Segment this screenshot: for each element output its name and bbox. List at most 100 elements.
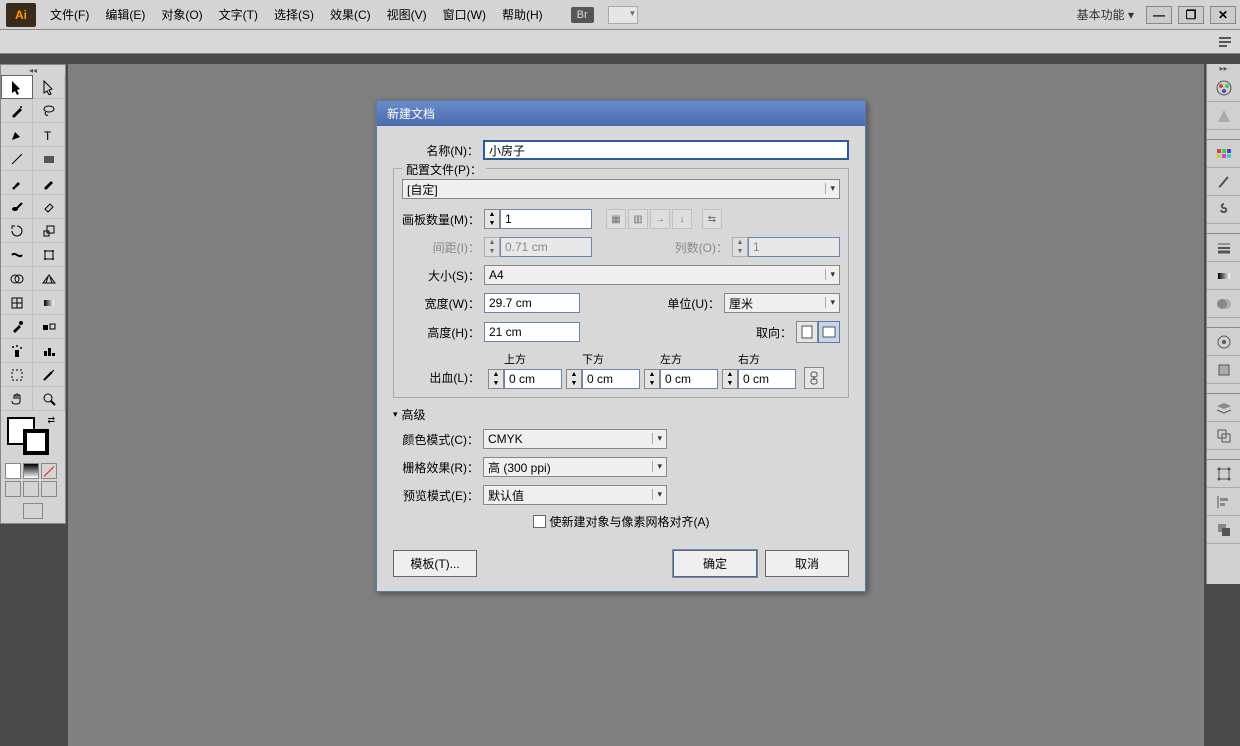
blend-tool[interactable] <box>33 315 65 339</box>
artboard-tool[interactable] <box>1 363 33 387</box>
color-guide-panel-icon[interactable] <box>1207 102 1240 130</box>
symbol-sprayer-tool[interactable] <box>1 339 33 363</box>
magic-wand-tool[interactable] <box>1 99 33 123</box>
bleed-right-stepper[interactable]: ▲▼ <box>722 369 738 389</box>
paintbrush-tool[interactable] <box>1 171 33 195</box>
line-tool[interactable] <box>1 147 33 171</box>
menu-effect[interactable]: 效果(C) <box>322 6 379 23</box>
appearance-panel-icon[interactable] <box>1207 328 1240 356</box>
eyedropper-tool[interactable] <box>1 315 33 339</box>
menu-type[interactable]: 文字(T) <box>211 6 266 23</box>
gradient-panel-icon[interactable] <box>1207 262 1240 290</box>
color-panel-icon[interactable] <box>1207 74 1240 102</box>
menu-window[interactable]: 窗口(W) <box>435 6 494 23</box>
selection-tool[interactable] <box>1 75 33 99</box>
orientation-portrait[interactable] <box>796 321 818 343</box>
ok-button[interactable]: 确定 <box>673 550 757 577</box>
fill-stroke-swatches[interactable]: ⇄ <box>5 415 61 461</box>
menu-object[interactable]: 对象(O) <box>153 6 210 23</box>
menu-edit[interactable]: 编辑(E) <box>97 6 153 23</box>
bleed-bottom-stepper[interactable]: ▲▼ <box>566 369 582 389</box>
stroke-swatch[interactable] <box>23 429 49 455</box>
menu-select[interactable]: 选择(S) <box>266 6 322 23</box>
swatches-panel-icon[interactable] <box>1207 140 1240 168</box>
raster-dropdown[interactable]: 高 (300 ppi) <box>483 457 667 477</box>
artboards-stepper[interactable]: ▲▼ <box>484 209 500 229</box>
height-input[interactable] <box>484 322 580 342</box>
bleed-link-icon[interactable] <box>804 367 824 389</box>
graphic-styles-panel-icon[interactable] <box>1207 356 1240 384</box>
rotate-tool[interactable] <box>1 219 33 243</box>
menu-file[interactable]: 文件(F) <box>42 6 97 23</box>
bleed-left-input[interactable] <box>660 369 718 389</box>
panel-menu-icon[interactable] <box>1218 34 1232 48</box>
screen-mode[interactable] <box>23 503 43 519</box>
color-mode-none[interactable] <box>41 463 57 479</box>
profile-label: 配置文件(P)： <box>406 163 482 177</box>
preview-dropdown[interactable]: 默认值 <box>483 485 667 505</box>
slice-tool[interactable] <box>33 363 65 387</box>
template-button[interactable]: 模板(T)... <box>393 550 477 577</box>
draw-inside[interactable] <box>41 481 57 497</box>
minimize-button[interactable]: — <box>1146 6 1172 24</box>
gradient-tool[interactable] <box>33 291 65 315</box>
bridge-button[interactable]: Br <box>571 7 594 23</box>
cancel-button[interactable]: 取消 <box>765 550 849 577</box>
mesh-tool[interactable] <box>1 291 33 315</box>
tools-collapse[interactable] <box>1 65 65 75</box>
bleed-right-input[interactable] <box>738 369 796 389</box>
eraser-tool[interactable] <box>33 195 65 219</box>
scale-tool[interactable] <box>33 219 65 243</box>
artboards-panel-icon[interactable] <box>1207 422 1240 450</box>
pen-tool[interactable] <box>1 123 33 147</box>
advanced-toggle[interactable]: 高级 <box>393 406 849 423</box>
swap-fill-stroke-icon[interactable]: ⇄ <box>47 415 55 426</box>
zoom-tool[interactable] <box>33 387 65 411</box>
artboards-input[interactable] <box>500 209 592 229</box>
transparency-panel-icon[interactable] <box>1207 290 1240 318</box>
size-dropdown[interactable]: A4 <box>484 265 840 285</box>
rectangle-tool[interactable] <box>33 147 65 171</box>
draw-behind[interactable] <box>23 481 39 497</box>
bleed-bottom-input[interactable] <box>582 369 640 389</box>
color-mode-gradient[interactable] <box>23 463 39 479</box>
width-tool[interactable] <box>1 243 33 267</box>
pencil-tool[interactable] <box>33 171 65 195</box>
blob-brush-tool[interactable] <box>1 195 33 219</box>
lasso-tool[interactable] <box>33 99 65 123</box>
pathfinder-panel-icon[interactable] <box>1207 516 1240 544</box>
direct-selection-tool[interactable] <box>33 75 65 99</box>
free-transform-tool[interactable] <box>33 243 65 267</box>
brushes-panel-icon[interactable] <box>1207 168 1240 196</box>
width-input[interactable] <box>484 293 580 313</box>
right-collapse[interactable] <box>1207 64 1240 74</box>
hand-tool[interactable] <box>1 387 33 411</box>
menu-view[interactable]: 视图(V) <box>379 6 435 23</box>
bleed-left-stepper[interactable]: ▲▼ <box>644 369 660 389</box>
shape-builder-tool[interactable] <box>1 267 33 291</box>
units-dropdown[interactable]: 厘米 <box>724 293 840 313</box>
arrange-documents-dropdown[interactable] <box>608 6 638 24</box>
close-button[interactable]: ✕ <box>1210 6 1236 24</box>
workspace-switcher[interactable]: 基本功能 ▾ <box>1071 6 1140 23</box>
menu-help[interactable]: 帮助(H) <box>494 6 551 23</box>
orientation-landscape[interactable] <box>818 321 840 343</box>
type-tool[interactable]: T <box>33 123 65 147</box>
name-input[interactable] <box>483 140 849 160</box>
align-panel-icon[interactable] <box>1207 488 1240 516</box>
draw-normal[interactable] <box>5 481 21 497</box>
bleed-top-stepper[interactable]: ▲▼ <box>488 369 504 389</box>
color-mode-solid[interactable] <box>5 463 21 479</box>
transform-panel-icon[interactable] <box>1207 460 1240 488</box>
colormode-dropdown[interactable]: CMYK <box>483 429 667 449</box>
align-pixel-checkbox[interactable] <box>533 515 546 528</box>
bleed-top-input[interactable] <box>504 369 562 389</box>
stroke-panel-icon[interactable] <box>1207 234 1240 262</box>
layers-panel-icon[interactable] <box>1207 394 1240 422</box>
profile-dropdown[interactable]: [自定] <box>402 179 840 199</box>
cols-input <box>748 237 840 257</box>
maximize-button[interactable]: ❐ <box>1178 6 1204 24</box>
column-graph-tool[interactable] <box>33 339 65 363</box>
symbols-panel-icon[interactable] <box>1207 196 1240 224</box>
perspective-grid-tool[interactable] <box>33 267 65 291</box>
